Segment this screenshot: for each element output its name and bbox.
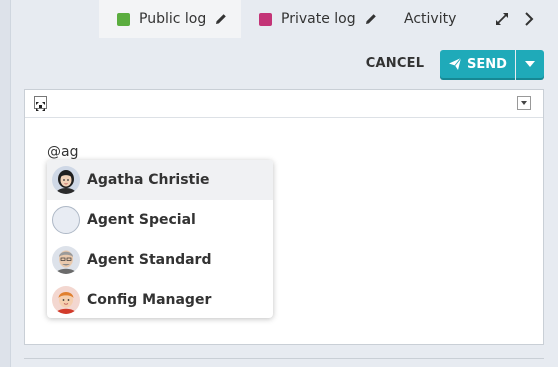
mention-suggestions: Agatha Christie Agent Special Agent Stan… xyxy=(47,160,273,318)
tab-activity-label: Activity xyxy=(404,11,457,27)
mention-name: Agent Special xyxy=(87,212,196,228)
cancel-button[interactable]: CANCEL xyxy=(359,52,431,74)
mention-name: Agatha Christie xyxy=(87,172,210,188)
left-panel-edge xyxy=(0,0,11,367)
avatar xyxy=(52,286,80,314)
tab-public-log-label: Public log xyxy=(139,11,207,27)
divider xyxy=(24,358,544,359)
tab-activity[interactable]: Activity xyxy=(404,0,456,38)
editor-options-dropdown-icon[interactable] xyxy=(517,96,531,110)
fullscreen-icon[interactable] xyxy=(34,96,47,111)
tab-private-log[interactable]: Private log xyxy=(251,0,377,38)
editor-toolbar xyxy=(25,90,543,118)
avatar xyxy=(52,166,80,194)
send-button[interactable]: SEND xyxy=(440,50,515,78)
mention-item[interactable]: Config Manager xyxy=(47,280,273,318)
pencil-icon[interactable] xyxy=(365,13,377,25)
tab-bar: Public log Private log Activity xyxy=(11,0,558,38)
mention-item[interactable]: Agatha Christie xyxy=(47,160,273,200)
mention-item[interactable]: Agent Special xyxy=(47,200,273,240)
caret-down-icon xyxy=(525,61,535,67)
send-button-label: SEND xyxy=(467,56,507,72)
editor-content[interactable]: @ag xyxy=(47,144,78,160)
private-log-color-dot xyxy=(259,12,272,26)
avatar xyxy=(52,246,80,274)
pencil-icon[interactable] xyxy=(215,13,227,25)
chevron-right-icon[interactable] xyxy=(523,11,535,27)
tab-private-log-label: Private log xyxy=(281,11,356,27)
avatar xyxy=(52,206,80,234)
tab-public-log[interactable]: Public log xyxy=(99,0,241,38)
paper-plane-icon xyxy=(449,57,462,70)
send-options-dropdown[interactable] xyxy=(516,50,544,78)
mention-name: Agent Standard xyxy=(87,252,212,268)
mention-item[interactable]: Agent Standard xyxy=(47,240,273,280)
public-log-color-dot xyxy=(117,12,130,26)
expand-icon[interactable] xyxy=(494,11,510,27)
mention-name: Config Manager xyxy=(87,292,212,308)
